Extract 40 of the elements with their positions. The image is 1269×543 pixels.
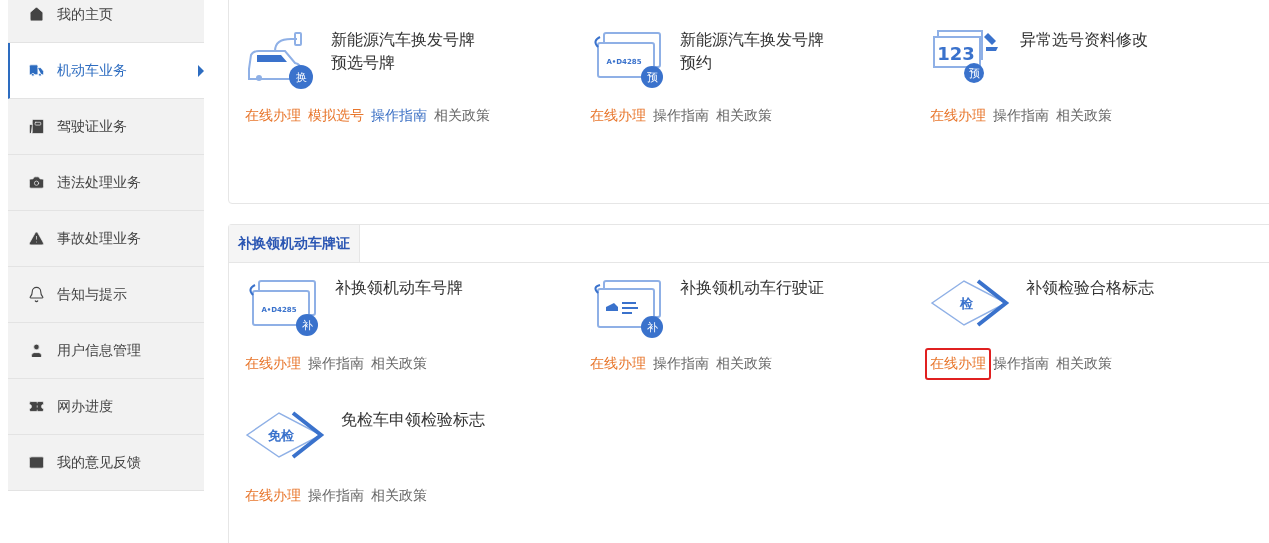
service-link[interactable]: 操作指南 <box>648 348 714 380</box>
user-icon <box>28 342 45 359</box>
service-title: 预选号牌 <box>331 53 395 74</box>
service-title: 补换领机动车行驶证 <box>680 278 824 299</box>
sidebar-item[interactable]: 事故处理业务 <box>8 211 204 267</box>
service-title: 新能源汽车换发号牌 <box>331 30 475 51</box>
service-link[interactable]: 相关政策 <box>711 100 777 132</box>
sidebar-item[interactable]: 告知与提示 <box>8 267 204 323</box>
service-link[interactable]: 相关政策 <box>366 480 432 512</box>
sidebar-item[interactable]: 我的主页 <box>8 0 204 43</box>
service-link[interactable]: 相关政策 <box>366 348 432 380</box>
camera-icon <box>28 174 45 191</box>
service-title: 异常选号资料修改 <box>1020 30 1148 51</box>
service-link[interactable]: 相关政策 <box>711 348 777 380</box>
section-tab[interactable]: 补换领机动车牌证 <box>229 225 360 262</box>
service-link[interactable]: 相关政策 <box>1051 100 1117 132</box>
bell-icon <box>28 286 45 303</box>
truck-icon <box>28 62 45 79</box>
caret-icon <box>198 65 204 77</box>
service-link[interactable]: 操作指南 <box>988 348 1054 380</box>
service-link[interactable]: 操作指南 <box>366 100 432 132</box>
sidebar-item[interactable]: 网办进度 <box>8 379 204 435</box>
service-link[interactable]: 操作指南 <box>303 480 369 512</box>
service-link[interactable]: 相关政策 <box>429 100 495 132</box>
service-link[interactable]: 操作指南 <box>648 100 714 132</box>
service-link[interactable]: 操作指南 <box>303 348 369 380</box>
sidebar-item[interactable]: 我的意见反馈 <box>8 435 204 491</box>
service-link[interactable]: 相关政策 <box>1051 348 1117 380</box>
sidebar-item[interactable]: 机动车业务 <box>8 43 204 99</box>
home-icon <box>28 6 45 23</box>
service-title: 免检车申领检验标志 <box>341 410 485 431</box>
sidebar-item[interactable]: 违法处理业务 <box>8 155 204 211</box>
service-title: 预约 <box>680 53 712 74</box>
sidebar-item[interactable]: 驾驶证业务 <box>8 99 204 155</box>
sidebar-item[interactable]: 用户信息管理 <box>8 323 204 379</box>
warning-icon <box>28 230 45 247</box>
service-title: 补领检验合格标志 <box>1026 278 1154 299</box>
service-link[interactable]: 操作指南 <box>988 100 1054 132</box>
service-title: 补换领机动车号牌 <box>335 278 463 299</box>
service-title: 新能源汽车换发号牌 <box>680 30 824 51</box>
